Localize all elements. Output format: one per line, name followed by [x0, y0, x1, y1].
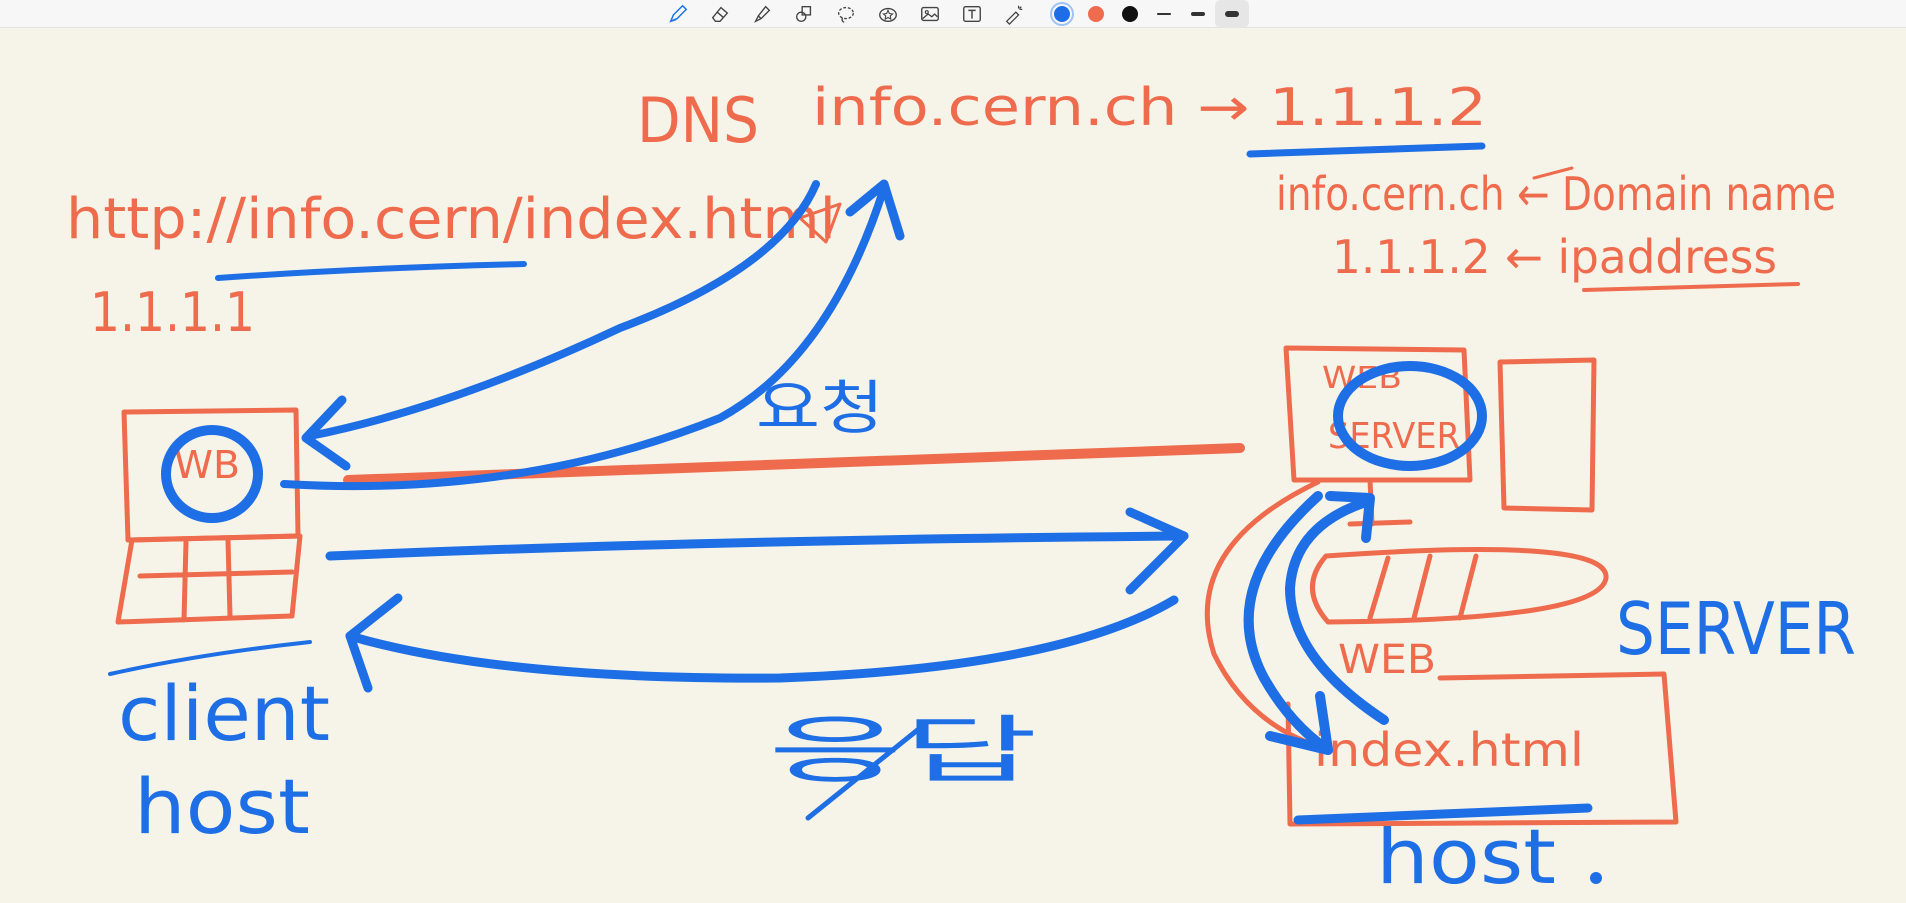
lasso-tool[interactable] [825, 0, 867, 28]
domain-name-label: info.cern.ch ← Domain name [1276, 167, 1836, 221]
web-folder-label: WEB [1338, 637, 1436, 683]
text-tool[interactable] [951, 0, 993, 28]
color-blue-swatch[interactable] [1045, 0, 1079, 28]
pen-icon [669, 4, 688, 23]
laser-tool[interactable] [993, 0, 1035, 28]
image-icon [921, 6, 939, 21]
color-blue-dot [1054, 5, 1070, 22]
shapes-tool[interactable] [783, 0, 825, 28]
color-orange-dot [1088, 5, 1104, 22]
toolbar [0, 0, 1906, 28]
pen-tool[interactable] [657, 0, 699, 28]
highlighter-icon [754, 5, 771, 23]
lasso-icon [837, 6, 855, 23]
response-arrow [345, 595, 1179, 683]
sticker-tool[interactable] [867, 0, 909, 28]
dns-ip-underline [1246, 142, 1486, 158]
stroke-thin-button[interactable] [1147, 0, 1181, 28]
ipaddress-underline [1582, 282, 1800, 292]
stroke-thin-icon [1157, 12, 1171, 15]
server-side-box [1497, 357, 1597, 513]
server-arc [1204, 479, 1333, 753]
wb-label: WB [174, 443, 240, 487]
client-host-label: host [134, 762, 310, 851]
dns-label: DNS [637, 84, 759, 157]
url-underline [215, 261, 527, 281]
pen-cursor-dot [1590, 872, 1602, 884]
request-label: 요청 [756, 374, 884, 442]
text-icon [963, 5, 981, 22]
ipaddress-label: 1.1.1.2 ← ipaddress [1332, 230, 1777, 284]
client-label: client [118, 669, 330, 758]
highlighter-tool[interactable] [741, 0, 783, 28]
index-file-label: index.html [1314, 723, 1584, 777]
server-keyboard [1310, 547, 1609, 625]
request-arrow [325, 531, 1189, 561]
stroke-thick-button[interactable] [1215, 0, 1249, 28]
stroke-medium-button[interactable] [1181, 0, 1215, 28]
response-label: 응답 [768, 708, 1038, 794]
sticker-icon [879, 7, 897, 22]
laser-pointer-icon [1005, 5, 1023, 25]
client-keyboard [115, 533, 303, 625]
image-tool[interactable] [909, 0, 951, 28]
drawing-canvas[interactable]: DNS info.cern.ch → 1.1.1.2 http://info.c… [0, 28, 1906, 903]
color-black-dot [1122, 5, 1138, 22]
shapes-icon [795, 5, 812, 22]
color-black-swatch[interactable] [1113, 0, 1147, 28]
color-orange-swatch[interactable] [1079, 0, 1113, 28]
stroke-thick-icon [1225, 10, 1239, 17]
dns-mapping: info.cern.ch → 1.1.1.2 [812, 78, 1487, 138]
eraser-icon [711, 6, 729, 22]
eraser-tool[interactable] [699, 0, 741, 28]
stroke-medium-icon [1191, 11, 1205, 16]
client-ip: 1.1.1.1 [90, 281, 255, 344]
request-arrowhead [1125, 507, 1189, 595]
server-label: SERVER [1616, 587, 1856, 671]
url-text: http://info.cern/index.html [66, 187, 836, 252]
